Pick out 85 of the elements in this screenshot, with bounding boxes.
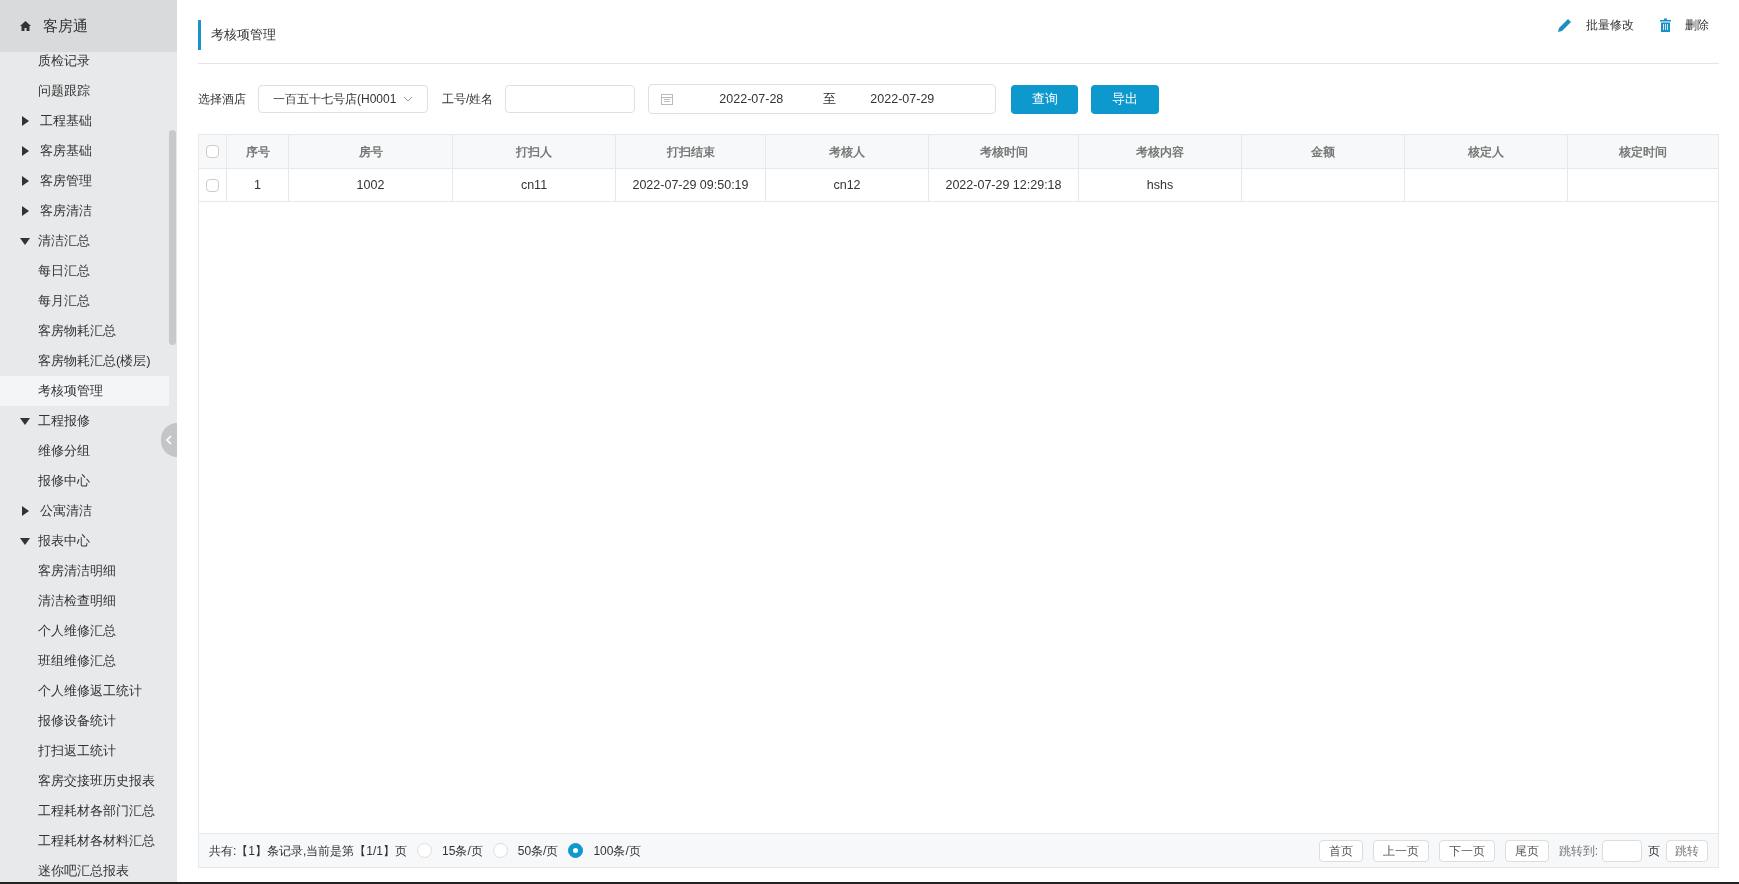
pager-button[interactable]: 尾页 (1504, 839, 1549, 862)
column-header: 考核内容 (1079, 135, 1242, 168)
hotel-select[interactable]: 一百五十七号店(H0001 (258, 85, 428, 113)
scrollbar[interactable] (169, 130, 176, 345)
caret-right-icon (22, 146, 29, 156)
sidebar-item[interactable]: 迷你吧汇总报表 (0, 856, 161, 882)
sidebar-group[interactable]: 公寓清洁 (0, 496, 161, 526)
column-header: 金额 (1242, 135, 1405, 168)
sidebar-item[interactable]: 维修分组 (0, 436, 161, 466)
sidebar-item[interactable]: 报修中心 (0, 466, 161, 496)
sidebar-group[interactable]: 工程基础 (0, 106, 161, 136)
sidebar-item[interactable]: 质检记录 (0, 46, 161, 76)
app-title: 客房通 (43, 15, 88, 36)
sidebar-item[interactable]: 每日汇总 (0, 256, 161, 286)
table-cell-text: 2022-07-29 12:29:18 (945, 176, 1062, 194)
column-header: 房号 (289, 135, 453, 168)
sidebar-group[interactable]: 客房清洁 (0, 196, 161, 226)
caret-down-icon (20, 237, 30, 245)
sidebar-group[interactable]: 清洁汇总 (0, 226, 161, 256)
sidebar-item[interactable]: 每月汇总 (0, 286, 161, 316)
page-unit: 页 (1648, 842, 1660, 860)
sidebar-item[interactable]: 客房交接班历史报表 (0, 766, 161, 796)
caret-down-icon (20, 417, 30, 425)
sidebar-item[interactable]: 班组维修汇总 (0, 646, 161, 676)
date-range-field[interactable]: 2022-07-28 至 2022-07-29 (648, 84, 997, 114)
sidebar-group[interactable]: 客房基础 (0, 136, 161, 166)
page-input[interactable] (1602, 839, 1642, 862)
delete-button[interactable]: 删除 (1660, 15, 1709, 34)
sidebar-item[interactable]: 清洁检查明细 (0, 586, 161, 616)
table-cell-text: 1 (254, 176, 261, 194)
staff-label: 工号/姓名 (442, 91, 494, 108)
checkbox[interactable] (206, 178, 219, 192)
sidebar-item[interactable]: 个人维修汇总 (0, 616, 161, 646)
sidebar-group[interactable]: 工程报修 (0, 406, 161, 436)
jump-button[interactable]: 跳转 (1666, 839, 1708, 862)
caret-down-icon (20, 537, 30, 545)
sidebar-item[interactable]: 工程耗材各材料汇总 (0, 826, 161, 856)
sidebar-group[interactable]: 报表中心 (0, 526, 161, 556)
calendar-icon (661, 93, 674, 105)
page-size-option[interactable]: 50条/页 (492, 841, 559, 860)
sidebar-item[interactable]: 报修设备统计 (0, 706, 161, 736)
radio[interactable] (568, 843, 584, 858)
jump-label: 跳转到: (1558, 842, 1598, 860)
chevron-left-icon (166, 435, 172, 445)
sidebar-item[interactable]: 客房物耗汇总 (0, 316, 161, 346)
column-header: 打扫结束 (616, 135, 766, 168)
trash-icon (1660, 17, 1671, 32)
column-header: 序号 (227, 135, 289, 168)
column-header: 核定人 (1405, 135, 1568, 168)
sidebar-item[interactable]: 客房物耗汇总(楼层) (0, 346, 161, 376)
hotel-label: 选择酒店 (198, 91, 246, 108)
home-icon (20, 21, 31, 31)
pager-button[interactable]: 上一页 (1372, 839, 1429, 862)
column-header: 打扫人 (453, 135, 616, 168)
checkbox[interactable] (206, 145, 219, 158)
table-cell-text: 2022-07-29 09:50:19 (632, 176, 749, 194)
pencil-icon (1558, 17, 1572, 32)
page-size-option[interactable]: 100条/页 (568, 841, 641, 860)
sidebar-item[interactable]: 问题跟踪 (0, 76, 161, 106)
column-header: 考核时间 (929, 135, 1079, 168)
sidebar-item[interactable]: 个人维修返工统计 (0, 676, 161, 706)
column-header: 考核人 (766, 135, 929, 168)
sidebar-item[interactable]: 打扫返工统计 (0, 736, 161, 766)
collapse-handle[interactable] (161, 423, 177, 457)
sidebar-item[interactable]: 考核项管理 (0, 376, 169, 406)
sidebar-item[interactable]: 工程耗材各部门汇总 (0, 796, 161, 826)
pager-button[interactable]: 首页 (1318, 839, 1363, 862)
page-size-option[interactable]: 15条/页 (417, 841, 483, 860)
chevron-down-icon (403, 96, 413, 102)
caret-right-icon (22, 176, 29, 186)
column-header: 核定时间 (1618, 143, 1668, 161)
staff-input[interactable] (505, 85, 636, 113)
caret-right-icon (22, 206, 29, 216)
batch-edit-button[interactable]: 批量修改 (1558, 15, 1634, 34)
record-summary: 共有:【1】条记录,当前是第【1/1】页 (209, 842, 408, 860)
table-cell-text: cn12 (833, 176, 861, 194)
caret-right-icon (22, 506, 29, 516)
page-title: 考核项管理 (198, 19, 276, 50)
table-cell-text: 1002 (356, 176, 385, 194)
caret-right-icon (22, 116, 29, 126)
pager-button[interactable]: 下一页 (1438, 839, 1495, 862)
sidebar-item[interactable]: 客房清洁明细 (0, 556, 161, 586)
sidebar-group[interactable]: 客房管理 (0, 166, 161, 196)
table-cell-text: cn11 (520, 176, 548, 194)
table-cell-text: hshs (1146, 176, 1174, 194)
